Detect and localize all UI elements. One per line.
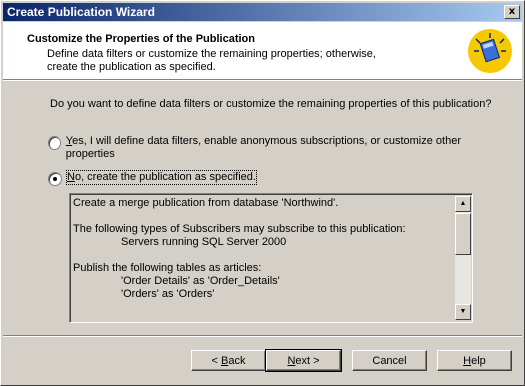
- wizard-window: Create Publication Wizard x Customize th…: [0, 0, 525, 386]
- option-create-as-specified[interactable]: No, create the publication as specified.: [48, 170, 257, 186]
- window-title: Create Publication Wizard: [7, 5, 155, 19]
- close-button[interactable]: x: [504, 5, 520, 19]
- scroll-up-button[interactable]: ▲: [455, 196, 471, 212]
- option-customize[interactable]: Yes, I will define data filters, enable …: [48, 135, 468, 161]
- arrow-up-icon: ▲: [459, 200, 467, 207]
- radio-customize[interactable]: [48, 136, 61, 150]
- question-text: Do you want to define data filters or cu…: [50, 98, 492, 110]
- summary-line: Publish the following tables as articles…: [73, 262, 262, 274]
- next-button[interactable]: Next >: [265, 349, 342, 372]
- summary-line: 'Order Details' as 'Order_Details': [121, 275, 280, 287]
- footer-divider: [3, 335, 522, 337]
- title-bar[interactable]: Create Publication Wizard x: [3, 3, 522, 21]
- summary-text: Create a merge publication from database…: [73, 197, 453, 301]
- cancel-button[interactable]: Cancel: [352, 350, 427, 371]
- radio-create-as-specified[interactable]: [48, 172, 62, 186]
- summary-line: Servers running SQL Server 2000: [121, 236, 287, 248]
- vertical-scrollbar[interactable]: ▲ ▼: [455, 196, 471, 320]
- publication-book-icon: [468, 29, 512, 73]
- close-icon: x: [508, 6, 516, 17]
- option-customize-label[interactable]: Yes, I will define data filters, enable …: [66, 135, 468, 161]
- scroll-down-button[interactable]: ▼: [455, 304, 471, 320]
- header-divider: [3, 80, 522, 81]
- publication-summary[interactable]: Create a merge publication from database…: [69, 193, 473, 323]
- summary-line: 'Orders' as 'Orders': [121, 288, 215, 300]
- page-description: Define data filters or customize the rem…: [47, 48, 376, 73]
- option-create-label[interactable]: No, create the publication as specified.: [66, 170, 257, 185]
- help-button[interactable]: Help: [437, 350, 512, 371]
- arrow-down-icon: ▼: [459, 308, 467, 315]
- page-title: Customize the Properties of the Publicat…: [27, 33, 255, 45]
- wizard-header: Customize the Properties of the Publicat…: [3, 22, 522, 80]
- summary-line: Create a merge publication from database…: [73, 197, 339, 209]
- scroll-thumb[interactable]: [455, 213, 471, 255]
- summary-line: The following types of Subscribers may s…: [73, 223, 406, 235]
- back-button[interactable]: < Back: [191, 350, 266, 371]
